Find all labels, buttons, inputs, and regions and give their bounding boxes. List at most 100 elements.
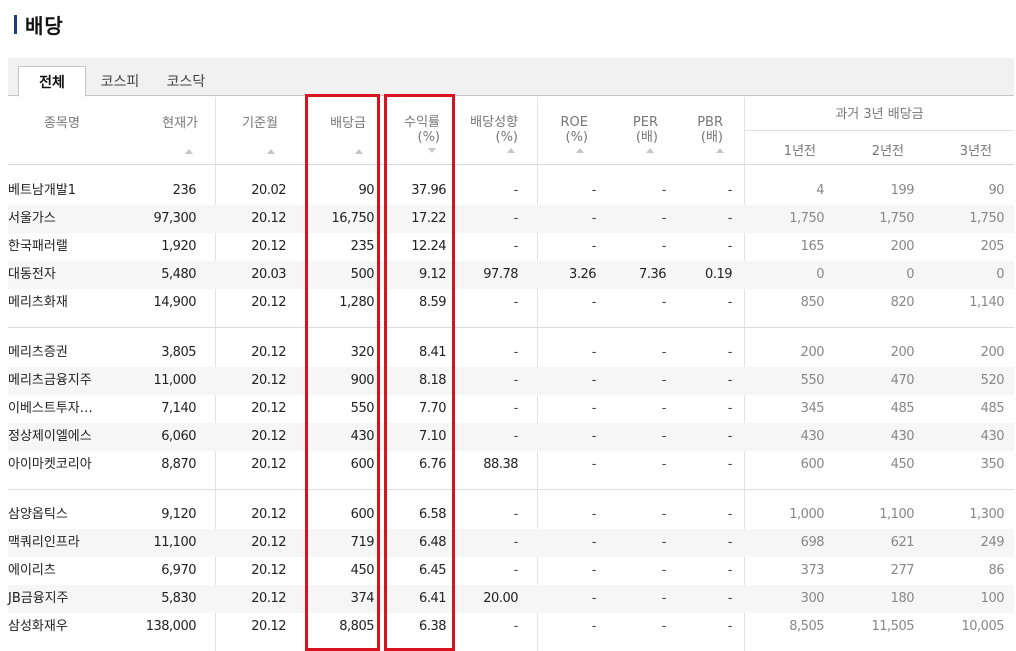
stock-name-link[interactable]: 삼성화재우 — [8, 613, 128, 641]
cell-per: - — [661, 295, 667, 310]
cell-p3: 200 — [980, 345, 1005, 360]
cell-p1: 200 — [800, 345, 825, 360]
sort-asc-icon[interactable] — [576, 148, 584, 153]
cell-pbr: - — [727, 211, 733, 226]
table-row[interactable]: 서울가스 97,300 20.12 16,750 17.22- - - -1,750 1,750… — [8, 205, 1014, 233]
stock-name-link[interactable]: 베트남개발1 — [8, 177, 128, 205]
cell-roe: - — [591, 457, 597, 472]
cell-p1: 850 — [800, 295, 825, 310]
stock-name-link[interactable]: 메리츠화재 — [8, 289, 128, 317]
cell-per: - — [661, 401, 667, 416]
table-row[interactable]: 메리츠금융지주 11,000 20.12 900 8.18- - - -550 470 520 — [8, 367, 1014, 395]
tab-kosdaq[interactable]: 코스닥 — [154, 66, 218, 96]
header-pbr[interactable]: PBR — [685, 116, 723, 130]
table-row[interactable]: JB금융지주 5,830 20.12 374 6.41 20.00- - -300 180 100 — [8, 585, 1014, 613]
cell-month: 20.12 — [251, 239, 286, 254]
cell-p2: 200 — [890, 239, 915, 254]
cell-p3: 430 — [980, 429, 1005, 444]
cell-payout: - — [513, 373, 519, 388]
sort-asc-icon[interactable] — [646, 148, 654, 153]
header-per-unit: (배) — [635, 130, 658, 145]
stock-name-link[interactable]: 대동전자 — [8, 261, 128, 289]
cell-p3: 350 — [980, 457, 1005, 472]
cell-p1: 373 — [800, 563, 825, 578]
table-row[interactable]: 삼양옵틱스 9,120 20.12 600 6.58- - - -1,000 1,100 1,30… — [8, 501, 1014, 529]
cell-p1: 8,505 — [789, 619, 824, 634]
cell-per: - — [661, 507, 667, 522]
cell-p1: 600 — [800, 457, 825, 472]
stock-name-link[interactable]: 메리츠증권 — [8, 339, 128, 367]
cell-month: 20.02 — [251, 183, 286, 198]
table-row[interactable]: 한국패러랠 1,920 20.12 235 12.24- - - -165 200 205 — [8, 233, 1014, 261]
stock-name-link[interactable]: 에이리츠 — [8, 557, 128, 585]
cell-per: - — [661, 619, 667, 634]
cell-month: 20.12 — [251, 295, 286, 310]
sort-asc-icon[interactable] — [185, 149, 193, 154]
header-price[interactable]: 현재가 — [130, 117, 198, 131]
cell-p3: 1,750 — [969, 211, 1004, 226]
table-row[interactable]: 아이마켓코리아 8,870 20.12 600 6.76 88.38- - -600 450 35… — [8, 451, 1014, 479]
stock-name-link[interactable]: 서울가스 — [8, 205, 128, 233]
cell-pbr: - — [727, 373, 733, 388]
tab-all[interactable]: 전체 — [18, 66, 86, 97]
cell-payout: - — [513, 239, 519, 254]
cell-payout: - — [513, 295, 519, 310]
cell-payout: - — [513, 429, 519, 444]
table-row[interactable]: 메리츠화재 14,900 20.12 1,280 8.59- - - -850 820 1,140 — [8, 289, 1014, 317]
cell-price: 5,830 — [161, 591, 196, 606]
table-row[interactable]: 이베스트투자… 7,140 20.12 550 7.70- - - -345 485 485 — [8, 395, 1014, 423]
cell-roe: - — [591, 619, 597, 634]
cell-p1: 345 — [800, 401, 825, 416]
table-row[interactable]: 베트남개발1 236 20.02 90 37.96- - - -4 199 90 — [8, 177, 1014, 205]
stock-name-link[interactable]: 삼양옵틱스 — [8, 501, 128, 529]
stock-name-link[interactable]: 메리츠금융지주 — [8, 367, 128, 395]
cell-p3: 86 — [988, 563, 1004, 578]
cell-p1: 4 — [816, 183, 824, 198]
cell-roe: - — [591, 429, 597, 444]
cell-p3: 485 — [980, 401, 1005, 416]
stock-name-link[interactable]: 맥쿼리인프라 — [8, 529, 128, 557]
cell-per: - — [661, 535, 667, 550]
stock-name-link[interactable]: 정상제이엘에스 — [8, 423, 128, 451]
cell-per: - — [661, 429, 667, 444]
cell-per: 7.36 — [639, 267, 666, 282]
cell-month: 20.12 — [251, 429, 286, 444]
sort-asc-icon[interactable] — [716, 148, 724, 153]
cell-pbr: - — [727, 563, 733, 578]
table-row[interactable]: 정상제이엘에스 6,060 20.12 430 7.10- - - -430 430 430 — [8, 423, 1014, 451]
header-roe[interactable]: ROE — [550, 116, 588, 130]
table-row[interactable]: 맥쿼리인프라 11,100 20.12 719 6.48- - - -698 621 249 — [8, 529, 1014, 557]
header-base-month[interactable]: 기준월 — [220, 117, 278, 131]
cell-pbr: - — [727, 401, 733, 416]
stock-name-link[interactable]: 이베스트투자… — [8, 395, 128, 423]
cell-p2: 485 — [890, 401, 915, 416]
stock-name-link[interactable]: 한국패러랠 — [8, 233, 128, 261]
cell-payout: - — [513, 401, 519, 416]
table-row[interactable]: 삼성화재우 138,000 20.12 8,805 6.38- - - -8,505 11,50… — [8, 613, 1014, 641]
table-row[interactable]: 대동전자 5,480 20.03 500 9.12 97.78 3.26 7.36 0.19 0 0… — [8, 261, 1014, 289]
header-payout[interactable]: 배당성향 — [458, 116, 518, 130]
cell-p1: 430 — [800, 429, 825, 444]
cell-per: - — [661, 563, 667, 578]
header-per[interactable]: PER — [620, 116, 658, 130]
cell-price: 3,805 — [161, 345, 196, 360]
cell-p3: 0 — [996, 267, 1004, 282]
sort-asc-icon[interactable] — [267, 149, 275, 154]
tab-kospi[interactable]: 코스피 — [88, 66, 152, 96]
cell-p2: 1,750 — [879, 211, 914, 226]
group-separator — [8, 489, 1014, 490]
cell-roe: - — [591, 183, 597, 198]
table-row[interactable]: 메리츠증권 3,805 20.12 320 8.41- - - -200 200 200 — [8, 339, 1014, 367]
cell-month: 20.12 — [251, 591, 286, 606]
table-row[interactable]: 에이리츠 6,970 20.12 450 6.45- - - -373 277 86 — [8, 557, 1014, 585]
cell-pbr: - — [727, 535, 733, 550]
dividend-column-highlight — [305, 94, 380, 651]
cell-month: 20.12 — [251, 563, 286, 578]
sort-asc-icon[interactable] — [507, 148, 515, 153]
cell-month: 20.12 — [251, 619, 286, 634]
cell-p3: 1,300 — [969, 507, 1004, 522]
stock-name-link[interactable]: JB금융지주 — [8, 585, 128, 613]
stock-name-link[interactable]: 아이마켓코리아 — [8, 451, 128, 479]
cell-p2: 1,100 — [879, 507, 914, 522]
cell-roe: - — [591, 507, 597, 522]
